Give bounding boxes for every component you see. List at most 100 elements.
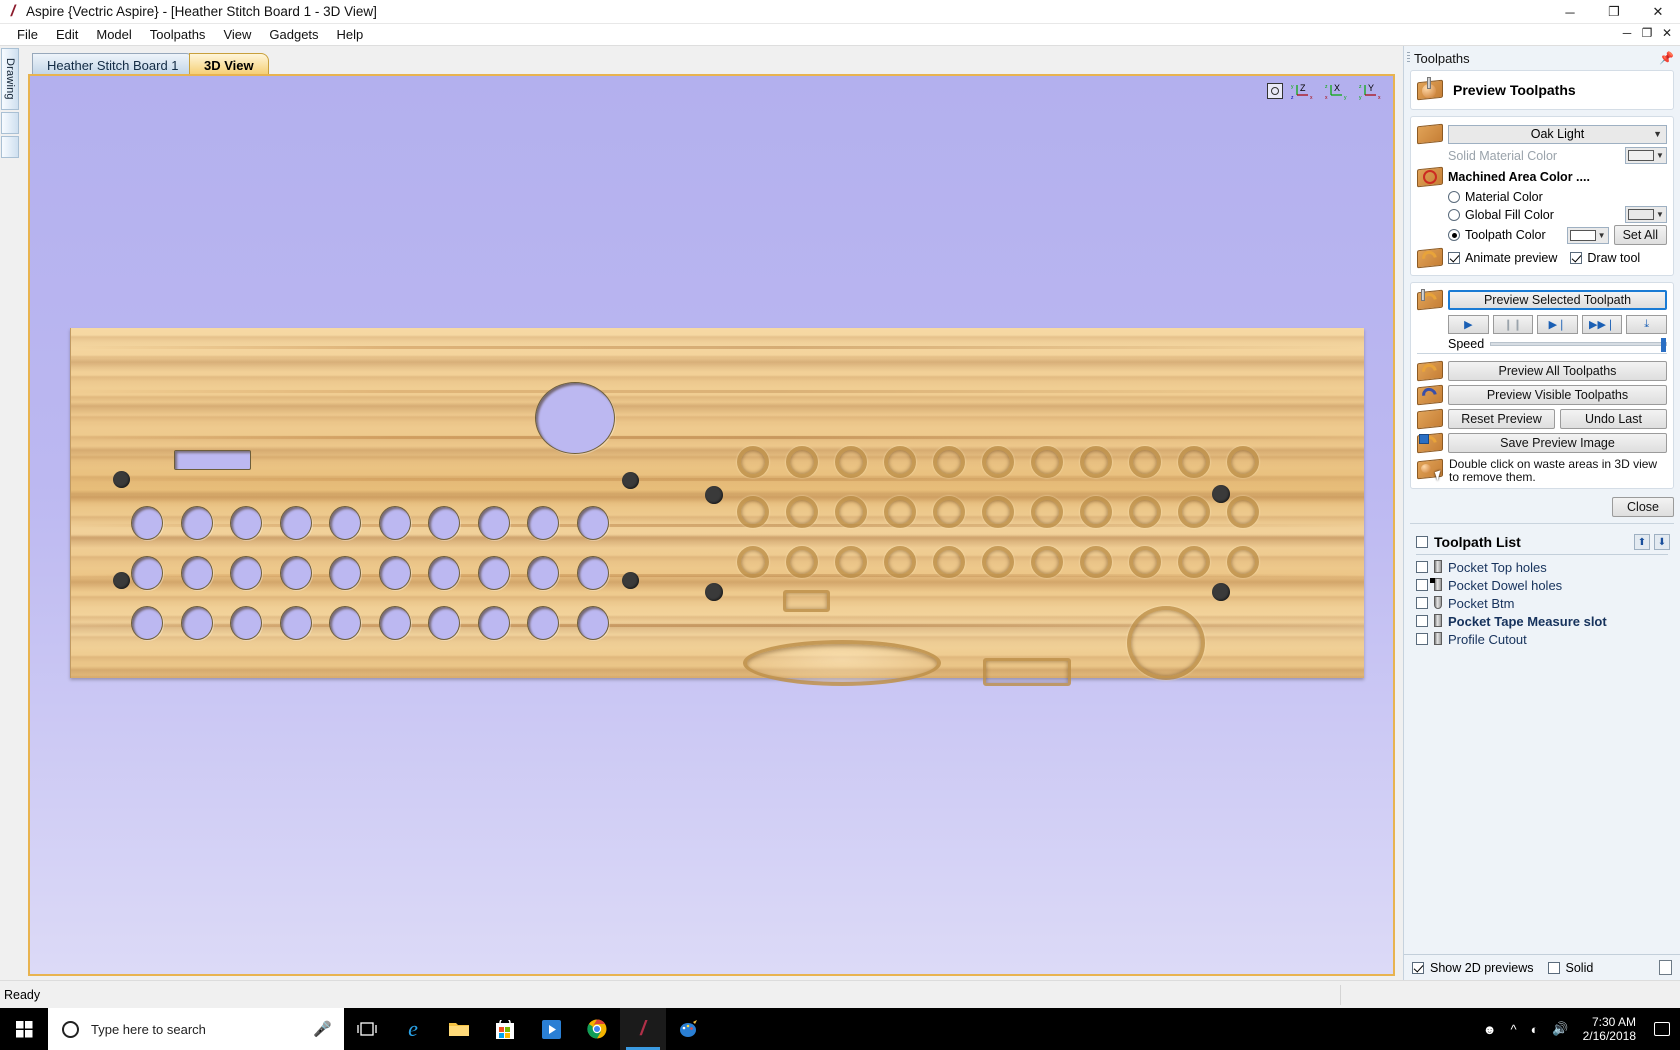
preview-step-button[interactable]: ▶❘ [1537,315,1578,334]
file-explorer-icon[interactable] [436,1008,482,1050]
fit-to-view-icon[interactable] [1267,83,1283,99]
radio-material-color[interactable] [1448,191,1460,203]
checkbox-toolpath-item[interactable] [1416,597,1428,609]
taskbar-clock[interactable]: 7:30 AM 2/16/2018 [1583,1015,1640,1043]
menu-gadgets[interactable]: Gadgets [260,25,327,44]
auto-hide-pin-icon[interactable]: 📌 [1659,51,1674,65]
preview-all-toolpaths-button[interactable]: Preview All Toolpaths [1448,361,1667,381]
sheet-view-icon[interactable] [1659,960,1672,975]
cut-through-hole [230,606,262,640]
google-chrome-icon[interactable] [574,1008,620,1050]
vertical-tab-3[interactable] [1,136,19,158]
status-bar: Ready [0,980,1680,1008]
radio-global-fill-color[interactable] [1448,208,1460,221]
cut-through-hole [279,606,312,640]
cut-through-hole [477,556,510,590]
vertical-tab-drawing[interactable]: Drawing [1,48,19,110]
wooden-board-3d-preview[interactable] [70,328,1364,686]
edge-browser-icon[interactable]: e [390,1008,436,1050]
dowel-hole [705,583,723,601]
preview-visible-toolpaths-button[interactable]: Preview Visible Toolpaths [1448,385,1667,405]
svg-text:y: y [1344,95,1347,100]
chevron-down-icon: ▼ [1653,129,1662,139]
axis-gizmo-z-icon[interactable]: Z y z x [1291,82,1317,100]
close-button[interactable]: Close [1612,497,1674,517]
window-minimize-button[interactable]: ─ [1548,0,1592,24]
pocket-hole [933,446,965,478]
pocket-hole [737,546,769,578]
preview-fast-forward-button[interactable]: ▶▶❘ [1581,315,1623,334]
global-fill-color-picker[interactable]: ▼ [1625,206,1667,223]
checkbox-show-2d-previews[interactable] [1412,961,1424,974]
paint-3d-icon[interactable] [666,1008,712,1050]
pocket-hole [884,446,916,478]
toolpath-list-item[interactable]: Pocket Btm [1412,594,1672,612]
checkbox-toolpath-item[interactable] [1416,561,1428,573]
window-close-button[interactable]: ✕ [1636,0,1680,24]
preview-selected-toolpath-button[interactable]: Preview Selected Toolpath [1448,290,1667,310]
draw-tool-label: Draw tool [1587,251,1641,265]
menu-model[interactable]: Model [87,25,140,44]
cut-through-hole [180,506,213,540]
menu-view[interactable]: View [214,25,260,44]
vertical-tab-2[interactable] [1,112,19,134]
toolpath-list-item[interactable]: Pocket Top holes [1412,558,1672,576]
menu-file[interactable]: File [8,25,47,44]
preview-to-end-button[interactable]: ⤓ [1626,315,1667,334]
toolpath-list-item[interactable]: Pocket Tape Measure slot [1412,612,1672,630]
set-all-button[interactable]: Set All [1613,225,1667,245]
checkbox-draw-tool[interactable] [1570,252,1583,264]
toolpath-list-item[interactable]: Profile Cutout [1412,630,1672,648]
solid-material-color-picker[interactable]: ▼ [1625,147,1667,164]
search-input[interactable]: Type here to search 🎤 [48,1008,344,1050]
aspire-logo-icon: / [10,2,16,20]
tab-heather-stitch-board-1[interactable]: Heather Stitch Board 1 [32,53,194,74]
windows-start-icon[interactable] [0,1008,48,1050]
mdi-minimize-button[interactable]: ─ [1620,26,1634,40]
move-down-arrow-icon[interactable]: ⬇ [1654,534,1670,550]
task-view-icon[interactable] [344,1008,390,1050]
preview-play-button[interactable]: ▶ [1448,315,1489,334]
toolpath-list-item[interactable]: Pocket Dowel holes [1412,576,1672,594]
axis-gizmo-x-icon[interactable]: X z x y [1325,82,1351,100]
radio-toolpath-color-label: Toolpath Color [1465,228,1546,242]
speed-slider[interactable] [1490,338,1667,352]
window-maximize-button[interactable]: ❐ [1592,0,1636,24]
save-preview-image-button[interactable]: Save Preview Image [1448,433,1667,453]
aspire-app-icon[interactable]: / [620,1008,666,1050]
checkbox-toolpath-item[interactable] [1416,615,1428,627]
tab-3d-view[interactable]: 3D View [189,53,269,74]
checkbox-animate-preview[interactable] [1448,252,1460,264]
microsoft-store-icon[interactable] [482,1008,528,1050]
mdi-close-button[interactable]: ✕ [1660,26,1674,40]
volume-icon[interactable]: 🔊 [1552,1021,1568,1037]
checkbox-toolpath-item[interactable] [1416,579,1428,591]
media-player-icon[interactable] [528,1008,574,1050]
action-center-icon[interactable] [1654,1022,1670,1036]
reset-preview-button[interactable]: Reset Preview [1448,409,1555,429]
axis-gizmo-y-icon[interactable]: Y z y x [1359,82,1385,100]
waste-area-hint-line2: to remove them. [1449,470,1536,484]
3d-view-canvas[interactable]: Z y z x X z x y Y z y x [28,74,1395,976]
people-icon[interactable]: ☻ [1483,1022,1497,1037]
status-bar-pane [1340,984,1680,1005]
cut-through-hole [329,606,361,640]
show-hidden-icons-chevron[interactable]: ^ [1510,1022,1516,1037]
checkbox-toolpath-item[interactable] [1416,633,1428,645]
checkbox-toolpath-list-all[interactable] [1416,536,1428,548]
material-select[interactable]: Oak Light ▼ [1448,124,1667,144]
checkbox-solid[interactable] [1547,961,1560,974]
preview-pause-button[interactable]: ❙❙ [1492,315,1534,334]
microphone-icon[interactable]: 🎤 [313,1020,332,1038]
pocket-hole [982,446,1014,478]
menu-toolpaths[interactable]: Toolpaths [141,25,215,44]
move-up-arrow-icon[interactable]: ⬆ [1634,534,1650,550]
network-wifi-icon[interactable]: ◐ [1531,1022,1539,1037]
menu-edit[interactable]: Edit [47,25,87,44]
toolpath-color-picker[interactable]: ▼ [1566,226,1609,244]
undo-last-button[interactable]: Undo Last [1560,409,1667,429]
radio-toolpath-color[interactable] [1448,229,1460,241]
panel-drag-grip[interactable] [1407,52,1410,64]
mdi-restore-button[interactable]: ❐ [1640,26,1654,40]
menu-help[interactable]: Help [328,25,373,44]
